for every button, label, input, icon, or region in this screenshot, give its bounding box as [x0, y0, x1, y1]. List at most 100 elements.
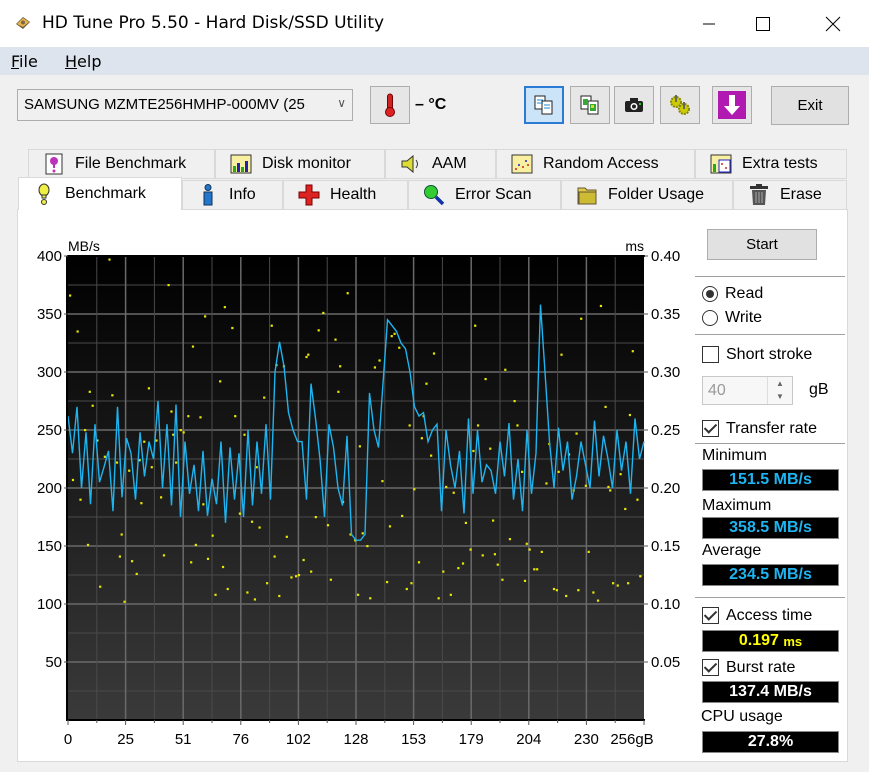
spin-down-icon[interactable]: ▼	[768, 390, 792, 403]
write-label: Write	[725, 309, 763, 326]
tab-label: Extra tests	[742, 155, 818, 172]
tab-label: Disk monitor	[262, 155, 351, 172]
tab-benchmark[interactable]: Benchmark	[18, 177, 182, 210]
spin-up-icon[interactable]: ▲	[768, 377, 792, 390]
minimum-value: 151.5 MB/s	[702, 469, 839, 491]
access-time-label: Access time	[726, 607, 813, 624]
separator	[695, 443, 845, 444]
read-radio[interactable]	[702, 286, 718, 302]
tab-label: Erase	[780, 186, 822, 203]
maximize-button[interactable]	[740, 0, 786, 47]
maximum-value: 358.5 MB/s	[702, 517, 839, 539]
tab-label: Benchmark	[65, 185, 146, 202]
health-cross-icon	[298, 184, 320, 206]
menu-help-accel: H	[65, 52, 78, 71]
exclamation-icon	[33, 183, 55, 205]
short-stroke-unit: gB	[809, 381, 829, 398]
exit-button[interactable]: Exit	[771, 86, 849, 125]
window-title: HD Tune Pro 5.50 - Hard Disk/SSD Utility	[42, 13, 385, 33]
tab-label: Info	[229, 186, 256, 203]
tab-erase[interactable]: Erase	[733, 180, 847, 210]
minimize-button[interactable]	[686, 0, 732, 47]
write-radio[interactable]	[702, 310, 718, 326]
menu-help-label: elp	[77, 52, 102, 71]
access-time-number: 0.197	[738, 632, 779, 649]
separator	[695, 276, 845, 277]
tab-disk-monitor[interactable]: Disk monitor	[215, 149, 385, 179]
temperature-button[interactable]	[370, 86, 410, 124]
spin-arrows[interactable]: ▲ ▼	[767, 377, 792, 404]
menu-bar: File Help	[0, 47, 869, 75]
copy-text-button[interactable]	[524, 86, 564, 124]
tab-info[interactable]: Info	[182, 180, 283, 210]
random-access-icon	[511, 153, 533, 175]
average-label: Average	[702, 542, 762, 559]
tab-folder-usage[interactable]: Folder Usage	[561, 180, 733, 210]
speaker-icon	[400, 153, 422, 175]
menu-file[interactable]: File	[11, 52, 38, 71]
copy-text-icon	[534, 95, 553, 115]
cpu-usage-value: 27.8%	[702, 731, 839, 753]
tab-label: Error Scan	[455, 186, 532, 203]
magnifier-icon	[423, 184, 445, 206]
start-button[interactable]: Start	[707, 229, 817, 260]
short-stroke-value: 40	[708, 382, 726, 399]
cpu-usage-label: CPU usage	[701, 708, 783, 725]
disk-monitor-icon	[230, 153, 252, 175]
tab-error-scan[interactable]: Error Scan	[408, 180, 561, 210]
info-icon	[197, 184, 219, 206]
tab-label: Folder Usage	[608, 186, 705, 203]
drive-select[interactable]: SAMSUNG MZMTE256HMHP-000MV (25 ∨	[17, 89, 353, 121]
close-icon	[825, 16, 841, 31]
file-benchmark-icon	[43, 153, 65, 175]
extra-tests-icon	[710, 153, 732, 175]
menu-file-label: ile	[19, 52, 38, 71]
drive-select-value: SAMSUNG MZMTE256HMHP-000MV (25	[24, 96, 305, 113]
read-label: Read	[725, 285, 764, 302]
burst-rate-label: Burst rate	[726, 659, 796, 676]
short-stroke-size-input[interactable]: 40 ▲ ▼	[702, 376, 793, 405]
chevron-down-icon: ∨	[337, 96, 346, 110]
trash-icon	[748, 184, 770, 206]
access-time-unit: ms	[783, 633, 803, 649]
camera-icon	[625, 98, 643, 112]
toolbar: SAMSUNG MZMTE256HMHP-000MV (25 ∨ – °C Ex…	[0, 75, 869, 143]
tab-label: File Benchmark	[75, 155, 187, 172]
copy-screenshot-button[interactable]	[570, 86, 610, 124]
close-button[interactable]	[810, 0, 856, 47]
tab-file-benchmark[interactable]: File Benchmark	[28, 149, 215, 179]
menu-file-accel: F	[11, 52, 20, 71]
screenshot-camera-button[interactable]	[614, 86, 654, 124]
short-stroke-label: Short stroke	[726, 346, 813, 363]
burst-rate-value: 137.4 MB/s	[702, 681, 839, 703]
options-gears-icon	[670, 95, 690, 115]
tab-label: Health	[330, 186, 377, 203]
tab-extra-tests[interactable]: Extra tests	[695, 149, 847, 179]
title-bar: HD Tune Pro 5.50 - Hard Disk/SSD Utility	[0, 0, 869, 47]
access-time-value: 0.197 ms	[702, 630, 839, 652]
tab-aam[interactable]: AAM	[385, 149, 496, 179]
tab-random-access[interactable]: Random Access	[496, 149, 695, 179]
temperature-readout: – °C	[415, 96, 447, 113]
minimum-label: Minimum	[702, 447, 767, 464]
transfer-rate-label: Transfer rate	[726, 420, 817, 437]
average-value: 234.5 MB/s	[702, 564, 839, 586]
tab-label: AAM	[432, 155, 467, 172]
burst-rate-checkbox[interactable]	[702, 659, 719, 676]
short-stroke-checkbox[interactable]	[702, 346, 719, 363]
menu-help[interactable]: Help	[65, 52, 101, 71]
maximize-icon	[756, 16, 770, 31]
minimize-icon	[703, 23, 715, 24]
separator	[695, 334, 845, 335]
copy-screenshot-icon	[580, 95, 599, 115]
options-button[interactable]	[660, 86, 700, 124]
folder-icon	[576, 184, 598, 206]
transfer-rate-checkbox[interactable]	[702, 420, 719, 437]
thermometer-icon	[385, 93, 395, 117]
access-time-checkbox[interactable]	[702, 607, 719, 624]
tab-label: Random Access	[543, 155, 659, 172]
maximum-label: Maximum	[702, 497, 772, 514]
save-button[interactable]	[712, 86, 752, 124]
hard-disk-app-icon	[16, 17, 30, 29]
tab-health[interactable]: Health	[283, 180, 408, 210]
